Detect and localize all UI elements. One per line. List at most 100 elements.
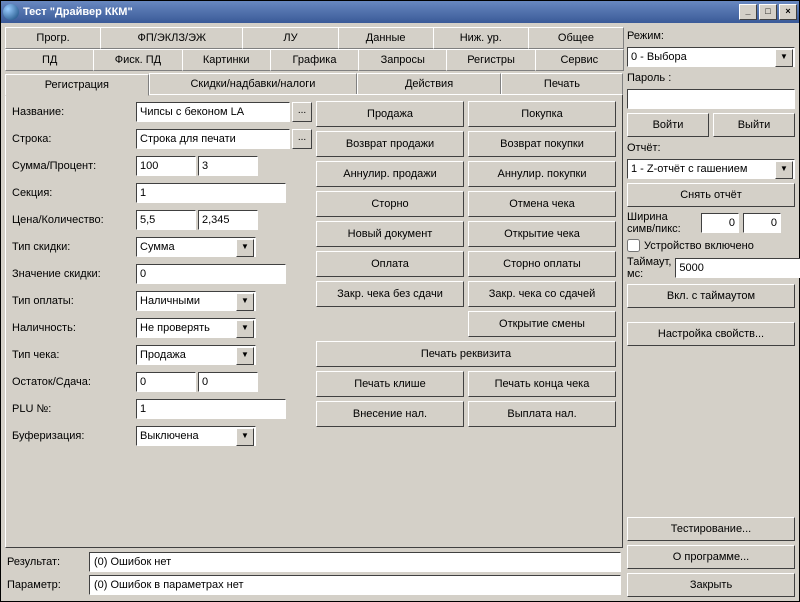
tab-discounts[interactable]: Скидки/надбавки/налоги: [149, 73, 358, 95]
line-input[interactable]: [136, 129, 290, 149]
section-label: Секция:: [12, 187, 134, 199]
line-browse-button[interactable]: ...: [292, 129, 312, 149]
close-nochange-button[interactable]: Закр. чека без сдачи: [316, 281, 464, 307]
actions-area: Продажа Возврат продажи Аннулир. продажи…: [316, 101, 616, 541]
storno-button[interactable]: Сторно: [316, 191, 464, 217]
purchase-button[interactable]: Покупка: [468, 101, 616, 127]
rest-input-2[interactable]: [198, 372, 258, 392]
sum-input-1[interactable]: [136, 156, 196, 176]
app-window: Тест "Драйвер ККМ" _ □ × Прогр. ФП/ЭКЛЗ/…: [0, 0, 800, 602]
result-label: Результат:: [7, 556, 85, 568]
name-browse-button[interactable]: ...: [292, 102, 312, 122]
maximize-button[interactable]: □: [759, 4, 777, 20]
purchase-return-button[interactable]: Возврат покупки: [468, 131, 616, 157]
menu-row-2: ПД Фиск. ПД Картинки Графика Запросы Рег…: [5, 49, 623, 71]
buf-label: Буферизация:: [12, 430, 134, 442]
testing-button[interactable]: Тестирование...: [627, 517, 795, 541]
width-chars-input[interactable]: [701, 213, 739, 233]
window-title: Тест "Драйвер ККМ": [23, 6, 739, 18]
menu-data[interactable]: Данные: [338, 27, 434, 49]
close-app-button[interactable]: Закрыть: [627, 573, 795, 597]
param-output: [89, 575, 621, 595]
disc-val-input[interactable]: [136, 264, 286, 284]
pay-type-select[interactable]: Наличными: [136, 291, 256, 311]
menu-fp[interactable]: ФП/ЭКЛЗ/ЭЖ: [100, 27, 243, 49]
tab-registration[interactable]: Регистрация: [5, 74, 149, 96]
section-input[interactable]: [136, 183, 286, 203]
report-label: Отчёт:: [627, 141, 795, 155]
menu-pd[interactable]: ПД: [5, 49, 94, 71]
name-input[interactable]: [136, 102, 290, 122]
menu-service[interactable]: Сервис: [535, 49, 624, 71]
payment-button[interactable]: Оплата: [316, 251, 464, 277]
print-cliche-button[interactable]: Печать клише: [316, 371, 464, 397]
sale-annul-button[interactable]: Аннулир. продажи: [316, 161, 464, 187]
tab-row: Регистрация Скидки/надбавки/налоги Дейст…: [5, 73, 623, 95]
menu-pics[interactable]: Картинки: [182, 49, 271, 71]
result-output: [89, 552, 621, 572]
rest-input-1[interactable]: [136, 372, 196, 392]
about-button[interactable]: О программе...: [627, 545, 795, 569]
qty-input[interactable]: [198, 210, 258, 230]
line-label: Строка:: [12, 133, 134, 145]
open-check-button[interactable]: Открытие чека: [468, 221, 616, 247]
disc-type-label: Тип скидки:: [12, 241, 134, 253]
open-shift-button[interactable]: Открытие смены: [468, 311, 616, 337]
plu-input[interactable]: [136, 399, 286, 419]
properties-button[interactable]: Настройка свойств...: [627, 322, 795, 346]
tab-print[interactable]: Печать: [501, 73, 623, 95]
sum-label: Сумма/Процент:: [12, 160, 134, 172]
report-select[interactable]: 1 - Z-отчёт с гашением: [627, 159, 795, 179]
close-change-button[interactable]: Закр. чека со сдачей: [468, 281, 616, 307]
disc-val-label: Значение скидки:: [12, 268, 134, 280]
storno-pay-button[interactable]: Сторно оплаты: [468, 251, 616, 277]
plu-label: PLU №:: [12, 403, 134, 415]
form-column: Название:... Строка:... Сумма/Процент: С…: [12, 101, 312, 541]
param-label: Параметр:: [7, 579, 85, 591]
menu-lowlvl[interactable]: Ниж. ур.: [433, 27, 529, 49]
mode-select[interactable]: 0 - Выбора: [627, 47, 795, 67]
titlebar: Тест "Драйвер ККМ" _ □ ×: [1, 1, 799, 23]
password-label: Пароль :: [627, 71, 795, 85]
tab-content: Название:... Строка:... Сумма/Процент: С…: [5, 94, 623, 548]
cash-in-button[interactable]: Внесение нал.: [316, 401, 464, 427]
print-end-button[interactable]: Печать конца чека: [468, 371, 616, 397]
new-doc-button[interactable]: Новый документ: [316, 221, 464, 247]
check-type-select[interactable]: Продажа: [136, 345, 256, 365]
timeout-on-button[interactable]: Вкл. с таймаутом: [627, 284, 795, 308]
cash-select[interactable]: Не проверять: [136, 318, 256, 338]
cash-out-button[interactable]: Выплата нал.: [468, 401, 616, 427]
make-report-button[interactable]: Снять отчёт: [627, 183, 795, 207]
price-label: Цена/Количество:: [12, 214, 134, 226]
menu-row-1: Прогр. ФП/ЭКЛЗ/ЭЖ ЛУ Данные Ниж. ур. Общ…: [5, 27, 623, 49]
sale-return-button[interactable]: Возврат продажи: [316, 131, 464, 157]
login-button[interactable]: Войти: [627, 113, 709, 137]
sum-input-2[interactable]: [198, 156, 258, 176]
tab-actions[interactable]: Действия: [357, 73, 501, 95]
sale-button[interactable]: Продажа: [316, 101, 464, 127]
purchase-annul-button[interactable]: Аннулир. покупки: [468, 161, 616, 187]
disc-type-select[interactable]: Сумма: [136, 237, 256, 257]
menu-graphics[interactable]: Графика: [270, 49, 359, 71]
menu-lu[interactable]: ЛУ: [242, 27, 338, 49]
timeout-label: Таймаут, мс:: [627, 256, 671, 280]
price-input[interactable]: [136, 210, 196, 230]
close-button[interactable]: ×: [779, 4, 797, 20]
footer: Результат: Параметр:: [5, 548, 623, 597]
password-input[interactable]: [627, 89, 795, 109]
timeout-input[interactable]: [675, 258, 800, 278]
device-on-checkbox[interactable]: Устройство включено: [627, 239, 795, 252]
menu-common[interactable]: Общее: [528, 27, 624, 49]
menu-registers[interactable]: Регистры: [446, 49, 535, 71]
check-type-label: Тип чека:: [12, 349, 134, 361]
cancel-check-button[interactable]: Отмена чека: [468, 191, 616, 217]
menu-queries[interactable]: Запросы: [358, 49, 447, 71]
cash-label: Наличность:: [12, 322, 134, 334]
side-panel: Режим: 0 - Выбора Пароль : Войти Выйти О…: [627, 27, 795, 597]
menu-fiscpd[interactable]: Фиск. ПД: [93, 49, 182, 71]
menu-progr[interactable]: Прогр.: [5, 27, 101, 49]
logout-button[interactable]: Выйти: [713, 113, 795, 137]
buf-select[interactable]: Выключена: [136, 426, 256, 446]
width-px-input[interactable]: [743, 213, 781, 233]
minimize-button[interactable]: _: [739, 4, 757, 20]
